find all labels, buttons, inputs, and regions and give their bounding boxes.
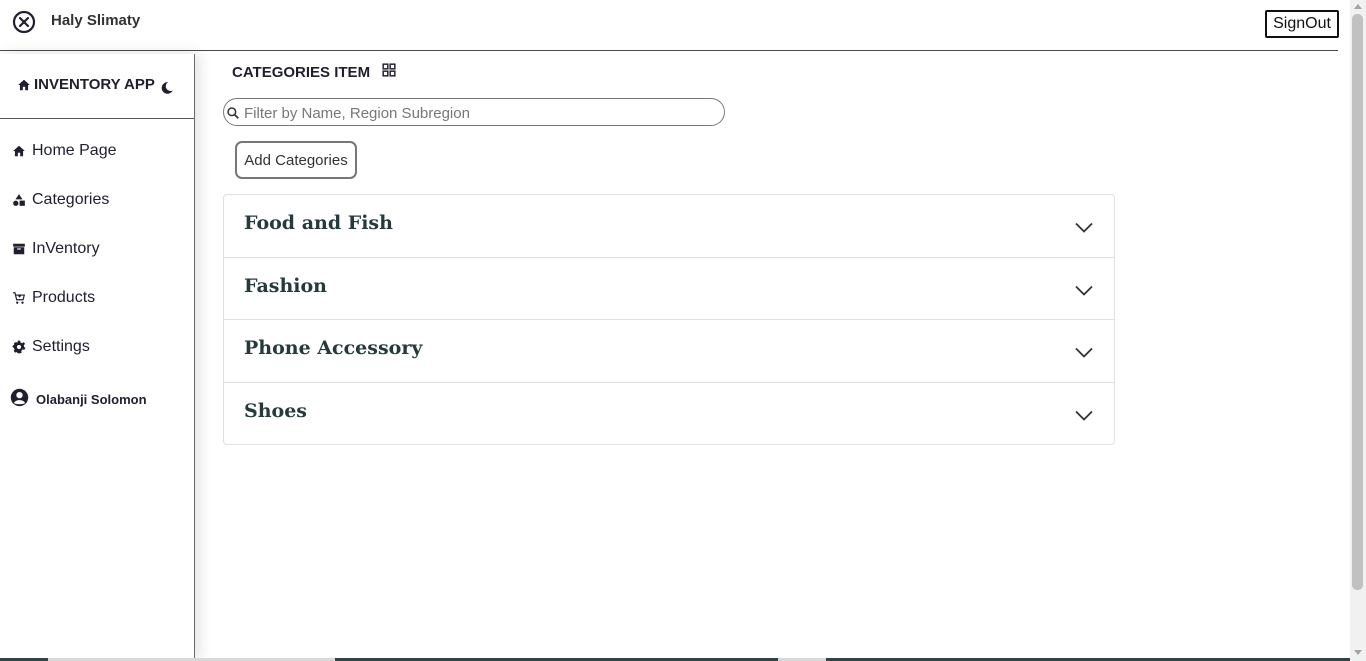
accordion-item[interactable]: Food and Fish (224, 195, 1114, 257)
search-field[interactable] (223, 98, 725, 126)
categories-accordion: Food and Fish Fashion Phone Accessory Sh… (223, 194, 1115, 445)
user-avatar-icon (10, 388, 29, 410)
scrollbar-thumb[interactable] (1352, 14, 1363, 590)
home-icon (12, 144, 26, 158)
chevron-down-icon[interactable] (1075, 220, 1093, 238)
gear-icon (12, 340, 26, 354)
user-profile[interactable]: Olabanji Solomon (10, 388, 147, 410)
app-title: INVENTORY APP (17, 76, 155, 93)
signout-button[interactable]: SignOut (1265, 10, 1339, 38)
sidebar-item-label: Products (32, 289, 96, 306)
search-icon (226, 106, 240, 125)
page-title-label: CATEGORIES ITEM (232, 63, 371, 81)
category-label: Phone Accessory (244, 337, 423, 359)
sidebar-item-inventory[interactable]: InVentory (12, 240, 100, 258)
sidebar-item-label: Settings (32, 338, 90, 355)
sidebar-item-categories[interactable]: Categories (12, 191, 109, 209)
scroll-up-icon[interactable] (1354, 4, 1362, 9)
sidebar-item-label: Home Page (32, 142, 117, 159)
add-categories-button[interactable]: Add Categories (235, 141, 357, 179)
app-title-label: INVENTORY APP (34, 76, 155, 93)
scroll-down-icon[interactable] (1354, 650, 1362, 655)
category-label: Food and Fish (244, 212, 393, 234)
sidebar: INVENTORY APP Home Page Categories InVen… (0, 54, 195, 661)
accordion-item[interactable]: Shoes (224, 382, 1114, 445)
chevron-down-icon[interactable] (1075, 345, 1093, 363)
vertical-scrollbar[interactable] (1350, 0, 1366, 661)
accordion-item[interactable]: Fashion (224, 257, 1114, 320)
user-name: Olabanji Solomon (36, 391, 147, 407)
cart-icon (12, 291, 26, 305)
category-label: Shoes (244, 400, 307, 422)
sidebar-item-settings[interactable]: Settings (12, 338, 90, 356)
sidebar-header: INVENTORY APP (0, 54, 194, 119)
chevron-down-icon[interactable] (1075, 283, 1093, 301)
dark-mode-toggle-icon[interactable] (160, 81, 174, 100)
top-bar: Haly Slimaty SignOut (0, 0, 1350, 50)
shapes-icon (12, 193, 26, 207)
sidebar-item-label: InVentory (32, 240, 100, 257)
page-title: CATEGORIES ITEM (232, 63, 396, 81)
accordion-item[interactable]: Phone Accessory (224, 319, 1114, 382)
sidebar-item-label: Categories (32, 191, 110, 208)
search-input[interactable] (242, 102, 716, 124)
grid-view-icon[interactable] (382, 63, 396, 81)
archive-icon (12, 242, 26, 256)
home-icon (17, 78, 31, 92)
chevron-down-icon[interactable] (1075, 408, 1093, 426)
close-icon[interactable] (12, 10, 36, 34)
sidebar-item-products[interactable]: Products (12, 289, 95, 307)
brand-name: Haly Slimaty (51, 12, 141, 29)
header-divider (0, 50, 1338, 51)
sidebar-item-home[interactable]: Home Page (12, 142, 117, 160)
category-label: Fashion (244, 275, 327, 297)
